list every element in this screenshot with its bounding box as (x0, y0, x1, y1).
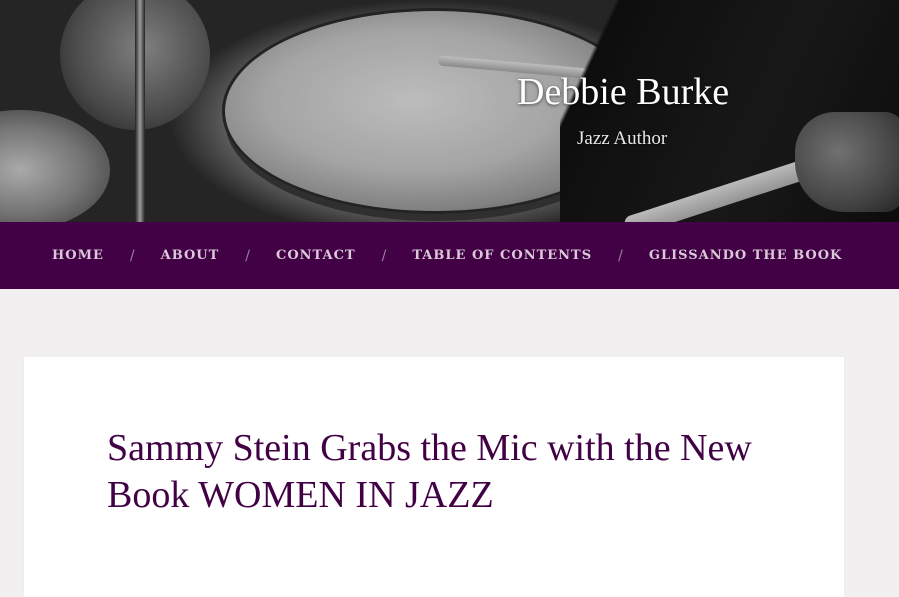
nav-link-about[interactable]: ABOUT (161, 248, 220, 263)
post-title[interactable]: Sammy Stein Grabs the Mic with the New B… (107, 425, 787, 519)
site-title-link[interactable]: Debbie Burke (517, 70, 777, 114)
nav-link-contact[interactable]: CONTACT (276, 248, 356, 263)
nav-separator: / (129, 247, 135, 264)
nav-item-about: ABOUT (161, 248, 220, 263)
site-description: Jazz Author (577, 128, 668, 149)
nav-link-glissando-the-book[interactable]: GLISSANDO THE BOOK (649, 248, 842, 263)
nav-separator: / (381, 247, 387, 264)
post-card: Sammy Stein Grabs the Mic with the New B… (24, 357, 844, 597)
nav-item-contact: CONTACT (276, 248, 356, 263)
site-header: Debbie Burke Jazz Author (0, 0, 899, 222)
primary-navigation: HOME / ABOUT / CONTACT / TABLE OF CONTEN… (0, 222, 899, 289)
nav-item-home: HOME (52, 248, 104, 263)
nav-item-glissando-the-book: GLISSANDO THE BOOK (649, 248, 842, 263)
nav-menu: HOME / ABOUT / CONTACT / TABLE OF CONTEN… (0, 248, 842, 264)
nav-link-home[interactable]: HOME (52, 248, 104, 263)
nav-separator: / (618, 247, 623, 264)
nav-separator: / (245, 247, 250, 264)
nav-link-table-of-contents[interactable]: TABLE OF CONTENTS (412, 248, 592, 263)
nav-item-table-of-contents: TABLE OF CONTENTS (412, 248, 592, 263)
